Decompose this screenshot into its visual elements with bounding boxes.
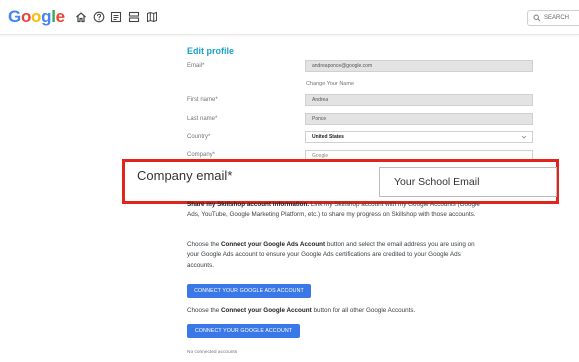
share-info-text: Share my Skillshop account information. … [187, 200, 487, 221]
help-icon[interactable] [93, 11, 105, 23]
ads-instructions-bold: Connect your Google Ads Account [220, 241, 326, 248]
logo-letter: g [41, 7, 52, 26]
map-icon[interactable] [146, 11, 158, 23]
logo-letter: e [55, 7, 65, 26]
country-value: United States [312, 134, 344, 140]
home-icon[interactable] [75, 11, 87, 23]
first-name-label: First name* [187, 97, 218, 103]
connect-google-ads-button[interactable]: CONNECT YOUR GOOGLE ADS ACCOUNT [187, 284, 311, 298]
last-name-field[interactable]: Ponce [305, 113, 533, 125]
google-instructions-b: button for all other Google Accounts. [311, 307, 416, 314]
ads-instructions-a: Choose the [187, 241, 221, 248]
first-name-field[interactable]: Andrea [305, 94, 533, 106]
google-logo[interactable]: Google [8, 7, 65, 27]
ads-instructions: Choose the Connect your Google Ads Accou… [187, 240, 487, 271]
logo-letter: o [31, 7, 42, 26]
article-icon[interactable] [110, 11, 122, 23]
search-button[interactable]: SEARCH [527, 10, 579, 26]
email-field: andreaponce@google.com [305, 60, 533, 72]
no-connected-accounts: No connected accounts [187, 350, 238, 355]
country-label: Country* [187, 134, 211, 140]
company-email-field[interactable]: Your School Email [379, 167, 557, 197]
share-info-lead: Share my Skillshop account information. [187, 201, 310, 208]
company-label: Company* [187, 152, 216, 158]
list-icon[interactable] [128, 11, 140, 23]
email-label: Email* [187, 63, 205, 69]
chevron-down-icon [521, 135, 527, 139]
page-title: Edit profile [187, 46, 234, 56]
google-instructions-bold: Connect your Google Account [220, 307, 312, 314]
google-instructions-a: Choose the [187, 307, 221, 314]
company-email-callout: Company email* Your School Email [122, 159, 559, 204]
country-select[interactable]: United States [305, 131, 533, 143]
search-icon [533, 14, 541, 22]
search-label: SEARCH [544, 15, 570, 21]
change-name-caption: Change Your Name [306, 81, 355, 87]
company-email-label: Company email* [137, 168, 233, 183]
top-bar: Google SEARCH [0, 0, 579, 35]
logo-letter: o [20, 7, 32, 26]
google-instructions: Choose the Connect your Google Account b… [187, 306, 487, 316]
last-name-label: Last name* [187, 116, 218, 122]
logo-letter: G [8, 7, 21, 26]
connect-google-account-button[interactable]: CONNECT YOUR GOOGLE ACCOUNT [187, 324, 300, 338]
